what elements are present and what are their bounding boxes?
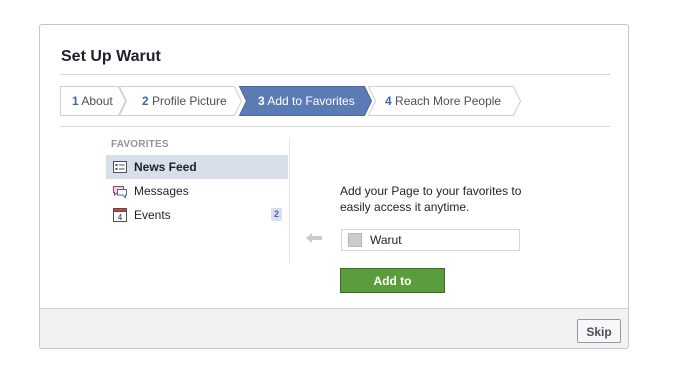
- news-feed-icon: [113, 161, 127, 173]
- step-about[interactable]: 1 About: [60, 86, 126, 116]
- messages-icon: [113, 186, 127, 199]
- events-count-badge: 2: [270, 208, 282, 221]
- instruction-text: Add your Page to your favorites to easil…: [340, 184, 522, 214]
- step-number: 2: [142, 94, 149, 108]
- page-preview: Warut: [341, 229, 520, 251]
- divider: [60, 74, 610, 75]
- sidebar-item-label: News Feed: [134, 160, 197, 174]
- step-label: About: [81, 94, 113, 108]
- sidebar-item-label: Messages: [134, 184, 189, 198]
- step-reach-more-people[interactable]: 4 Reach More People: [368, 86, 521, 116]
- step-number: 1: [72, 94, 79, 108]
- sidebar-item-label: Events: [134, 208, 171, 222]
- divider: [60, 126, 610, 127]
- add-to-favorites-button[interactable]: Add to Favorites: [340, 268, 445, 311]
- step-profile-picture[interactable]: 2 Profile Picture: [119, 86, 242, 116]
- page-thumbnail-icon: [348, 233, 362, 247]
- step-number: 3: [258, 94, 265, 108]
- step-label: Profile Picture: [152, 94, 227, 108]
- arrow-left-icon: [306, 233, 322, 243]
- dialog-title: Set Up Warut: [61, 48, 161, 65]
- step-add-to-favorites[interactable]: 3 Add to Favorites: [239, 86, 372, 116]
- step-progress: 1 About 2 Profile Picture 3 Add to Favor…: [60, 86, 530, 116]
- step-label: Reach More People: [395, 94, 502, 108]
- step-number: 4: [385, 94, 392, 108]
- sidebar-item-news-feed[interactable]: News Feed: [106, 155, 288, 179]
- vertical-divider: [289, 138, 290, 263]
- events-icon-date: 4: [118, 213, 123, 222]
- sidebar-item-messages[interactable]: Messages: [106, 179, 288, 203]
- setup-dialog: Set Up Warut 1 About 2 Profile Picture 3…: [39, 24, 629, 349]
- skip-button[interactable]: Skip: [577, 319, 621, 343]
- dialog-footer: Skip: [40, 308, 628, 348]
- page-name: Warut: [370, 233, 402, 247]
- sidebar-heading: FAVORITES: [111, 139, 169, 150]
- sidebar-item-events[interactable]: 4 Events 2: [106, 203, 288, 227]
- events-icon: 4: [113, 208, 127, 222]
- step-label: Add to Favorites: [267, 94, 355, 108]
